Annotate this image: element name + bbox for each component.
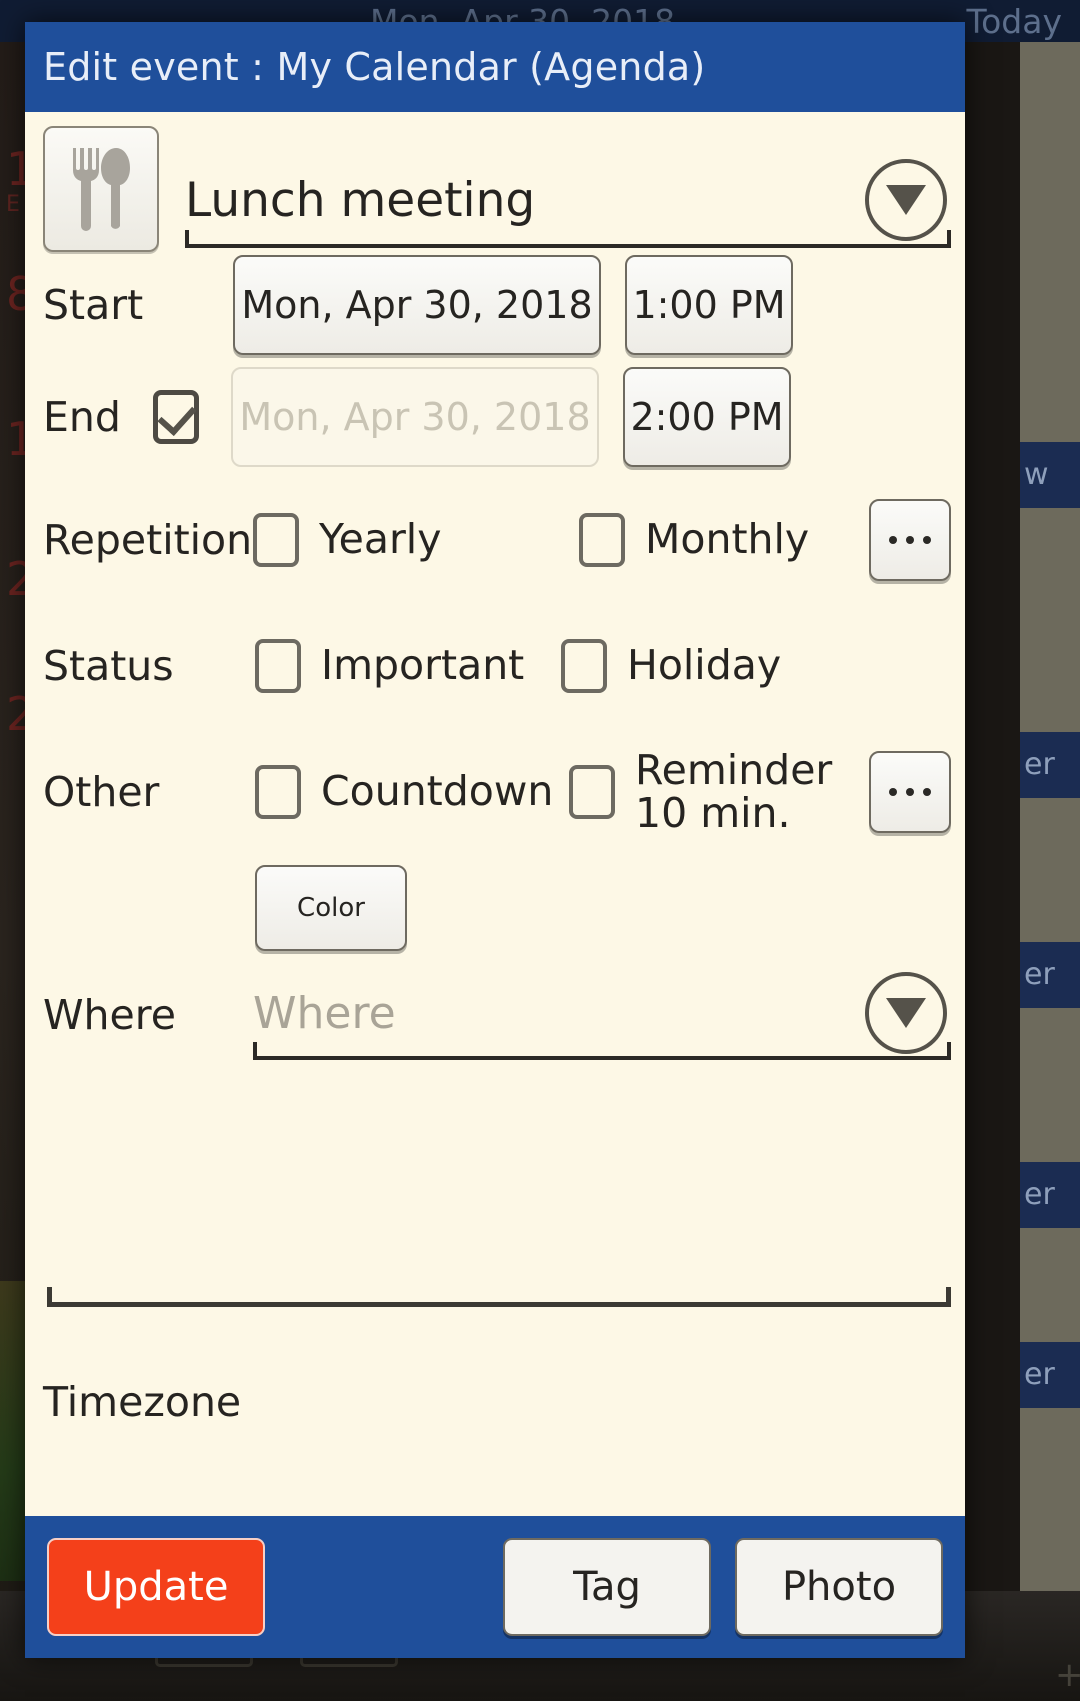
reminder-value: 10 min. [635, 789, 791, 837]
repetition-more-button[interactable] [869, 499, 951, 581]
countdown-label: Countdown [321, 767, 554, 816]
status-row: Status Important Holiday [43, 604, 951, 728]
ellipsis-icon [906, 788, 914, 796]
end-label: End [43, 393, 121, 441]
ellipsis-icon [906, 536, 914, 544]
update-button[interactable]: Update [47, 1538, 265, 1636]
background-event-chip: w [1020, 442, 1080, 508]
status-important-checkbox[interactable] [255, 639, 301, 693]
ellipsis-icon [889, 536, 897, 544]
repetition-yearly-checkbox[interactable] [253, 513, 299, 567]
category-icon-button[interactable] [43, 126, 159, 252]
ellipsis-icon [923, 536, 931, 544]
dialog-titlebar: Edit event : My Calendar (Agenda) [25, 22, 965, 112]
chevron-down-icon [886, 998, 926, 1028]
chevron-down-icon [886, 185, 926, 215]
ellipsis-icon [889, 788, 897, 796]
event-title-dropdown-button[interactable] [865, 159, 947, 241]
edit-event-dialog: Edit event : My Calendar (Agenda) Lunch … [25, 22, 965, 1658]
repetition-monthly-checkbox[interactable] [579, 513, 625, 567]
color-row: Color [43, 856, 951, 960]
fork-and-spoon-icon [73, 148, 130, 231]
where-input[interactable]: Where [253, 970, 951, 1060]
tag-button[interactable]: Tag [503, 1538, 711, 1636]
start-date-button[interactable]: Mon, Apr 30, 2018 [233, 255, 601, 355]
event-title-row: Lunch meeting [43, 112, 951, 252]
end-date-button[interactable]: Mon, Apr 30, 2018 [231, 367, 599, 467]
repetition-monthly-label: Monthly [645, 515, 810, 564]
start-row: Start Mon, Apr 30, 2018 1:00 PM [43, 252, 951, 358]
background-event-chip: er [1020, 1342, 1080, 1408]
start-time-button[interactable]: 1:00 PM [625, 255, 793, 355]
background-day-sub: E [6, 192, 20, 217]
timezone-label: Timezone [43, 1378, 242, 1426]
dialog-title: Edit event : My Calendar (Agenda) [43, 45, 706, 89]
dialog-body: Lunch meeting Start Mon, Apr 30, 2018 1:… [25, 112, 965, 1516]
where-label: Where [43, 991, 176, 1039]
end-row: End Mon, Apr 30, 2018 2:00 PM [43, 358, 951, 476]
ellipsis-icon [923, 788, 931, 796]
repetition-row: Repetition Yearly Monthly [43, 476, 951, 604]
photo-button[interactable]: Photo [735, 1538, 943, 1636]
reminder-label: Reminder [635, 745, 833, 794]
other-label: Other [43, 768, 160, 816]
dialog-footer: Update Tag Photo [25, 1516, 965, 1658]
end-enabled-checkbox[interactable] [153, 390, 199, 444]
background-add-icon: + [1055, 1655, 1080, 1695]
reminder-label-group: Reminder 10 min. [635, 745, 833, 837]
where-row: Where Where [43, 960, 951, 1070]
other-row: Other Countdown Reminder 10 min. [43, 728, 951, 856]
status-holiday-label: Holiday [627, 641, 782, 690]
color-button[interactable]: Color [255, 865, 407, 951]
background-event-chip: er [1020, 942, 1080, 1008]
background-event-chip: er [1020, 1162, 1080, 1228]
status-important-label: Important [321, 641, 525, 690]
repetition-label: Repetition [43, 516, 253, 564]
reminder-checkbox[interactable] [569, 765, 615, 819]
repetition-yearly-label: Yearly [319, 515, 442, 564]
where-dropdown-button[interactable] [865, 972, 947, 1054]
timezone-row[interactable]: Timezone [43, 1349, 951, 1455]
status-label: Status [43, 642, 174, 690]
notes-input[interactable] [47, 1088, 951, 1307]
status-holiday-checkbox[interactable] [561, 639, 607, 693]
end-time-button[interactable]: 2:00 PM [623, 367, 791, 467]
event-title-value: Lunch meeting [185, 172, 536, 228]
countdown-checkbox[interactable] [255, 765, 301, 819]
start-label: Start [43, 281, 144, 329]
background-right-strip: w er er er er [1020, 42, 1080, 1701]
background-event-chip: er [1020, 732, 1080, 798]
where-placeholder: Where [253, 987, 396, 1039]
reminder-more-button[interactable] [869, 751, 951, 833]
event-title-field[interactable]: Lunch meeting [185, 156, 951, 248]
background-today-label: Today [966, 2, 1062, 41]
